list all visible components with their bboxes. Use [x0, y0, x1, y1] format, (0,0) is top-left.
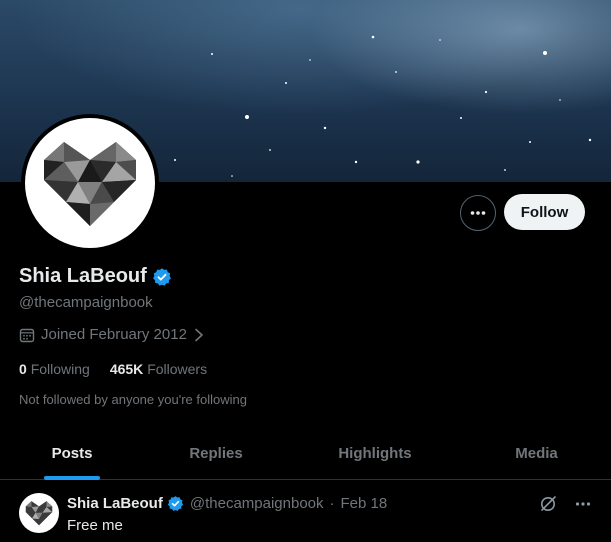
pixel-heart-icon [25, 118, 155, 248]
post-author-handle[interactable]: @thecampaignbook [190, 495, 324, 512]
tab-label: Media [515, 445, 558, 462]
chevron-right-icon[interactable] [193, 328, 205, 342]
profile-tabs: Posts Replies Highlights Media [0, 427, 611, 480]
profile-name-row: Shia LaBeouf [19, 265, 172, 288]
active-tab-indicator [44, 476, 100, 480]
grok-icon[interactable] [538, 494, 558, 514]
tab-replies[interactable]: Replies [144, 427, 288, 480]
tab-posts[interactable]: Posts [0, 427, 144, 480]
profile-avatar[interactable] [21, 114, 159, 252]
post-author-name[interactable]: Shia LaBeouf [67, 495, 163, 512]
followers-label: Followers [147, 361, 208, 377]
tab-label: Highlights [338, 445, 412, 462]
follow-stats: 0 Following 465K Followers [19, 361, 207, 377]
more-dots-icon [470, 211, 486, 215]
follow-button[interactable]: Follow [504, 194, 585, 230]
more-dots-icon[interactable] [574, 495, 592, 513]
followers-count: 465K [109, 361, 144, 377]
post-header: Shia LaBeouf @thecampaignbook · Feb 18 [67, 495, 387, 512]
tab-media[interactable]: Media [462, 427, 611, 480]
post-avatar[interactable] [19, 493, 59, 533]
calendar-icon [19, 328, 35, 342]
pixel-heart-icon [25, 501, 53, 526]
following-count: 0 [19, 361, 27, 377]
following-label: Following [30, 361, 90, 377]
post-separator: · [329, 495, 335, 512]
more-options-button[interactable] [460, 195, 496, 231]
tab-highlights[interactable]: Highlights [288, 427, 462, 480]
joined-date: Joined February 2012 [41, 326, 187, 343]
post-actions [538, 494, 592, 514]
post-item[interactable]: Shia LaBeouf @thecampaignbook · Feb 18 F… [0, 481, 611, 542]
not-followed-notice: Not followed by anyone you're following [19, 392, 247, 407]
profile-handle: @thecampaignbook [19, 294, 153, 311]
following-link[interactable]: 0 Following [19, 361, 90, 377]
post-text: Free me [67, 517, 123, 534]
followers-link[interactable]: 465K Followers [110, 361, 207, 377]
tab-label: Replies [189, 445, 243, 462]
verified-badge-icon [167, 496, 183, 511]
verified-badge-icon[interactable] [152, 267, 172, 287]
display-name: Shia LaBeouf [19, 265, 147, 287]
post-date[interactable]: Feb 18 [341, 495, 388, 512]
joined-info: Joined February 2012 [19, 326, 205, 343]
tab-label: Posts [51, 445, 93, 462]
